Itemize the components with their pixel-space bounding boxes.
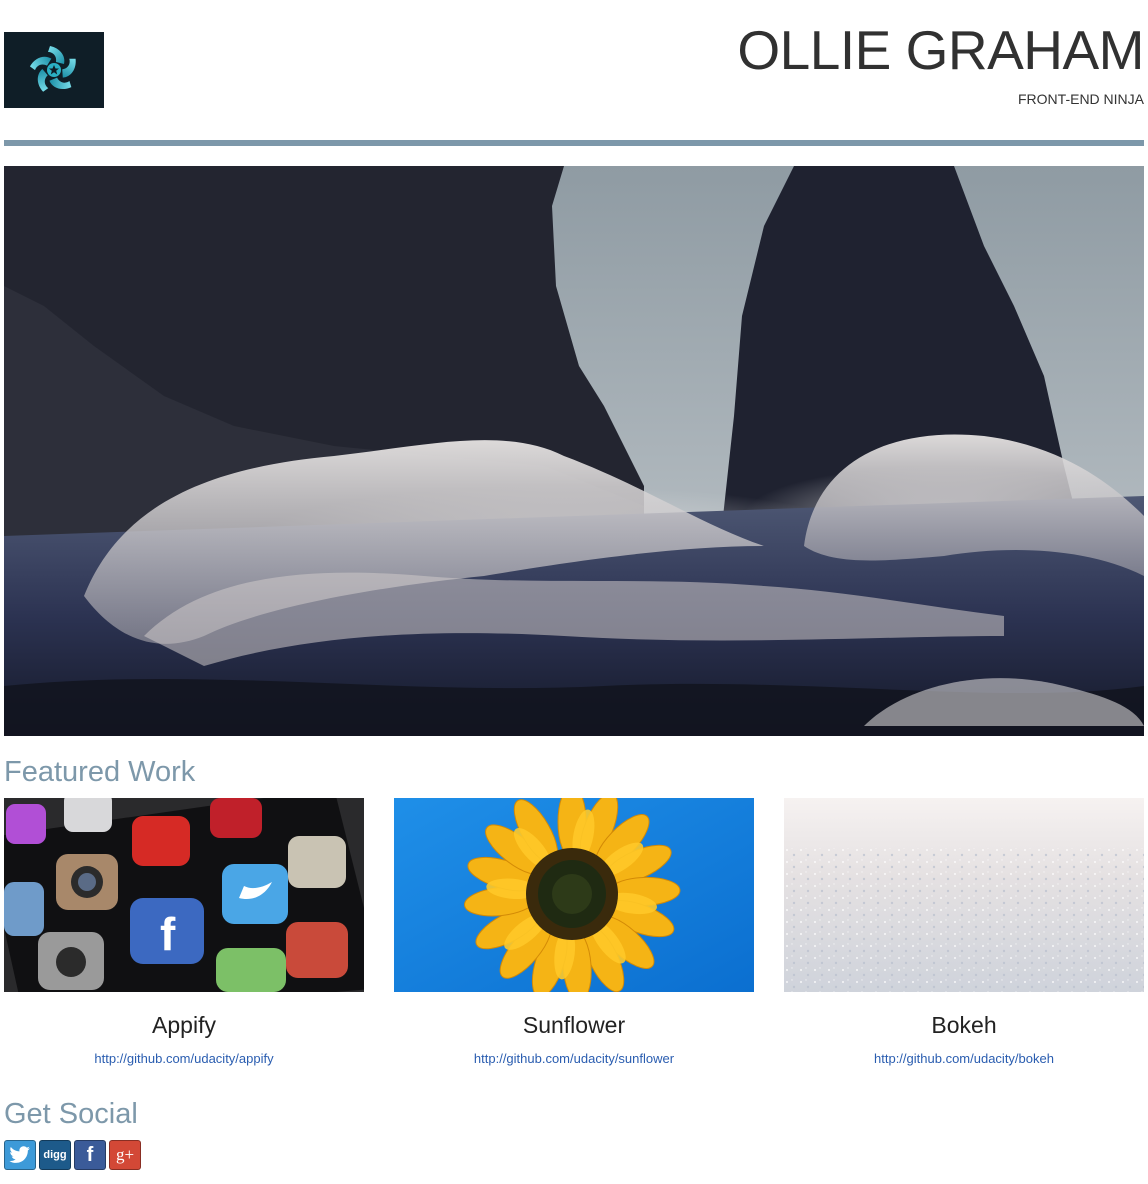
portfolio-page: OLLIE GRAHAM FRONT-END NINJA Featured Wo…	[0, 0, 1148, 1184]
project-thumbnail-sunflower[interactable]	[394, 798, 754, 992]
project-link-bokeh[interactable]: http://github.com/udacity/bokeh	[784, 1050, 1144, 1068]
site-tagline: FRONT-END NINJA	[1018, 91, 1144, 107]
google-plus-button[interactable]: g+	[109, 1140, 141, 1170]
digg-icon: digg	[43, 1149, 67, 1161]
twitter-icon	[9, 1146, 30, 1163]
featured-work-heading: Featured Work	[4, 756, 196, 788]
logo[interactable]	[4, 32, 104, 108]
facebook-button[interactable]: f	[74, 1140, 106, 1170]
hero-image	[4, 166, 1144, 736]
svg-text:f: f	[160, 908, 176, 960]
header-divider	[4, 140, 1144, 146]
project-link-appify[interactable]: http://github.com/udacity/appify	[4, 1050, 364, 1068]
site-owner-name: OLLIE GRAHAM	[737, 19, 1144, 81]
project-title-bokeh: Bokeh	[931, 1012, 997, 1038]
project-thumbnail-bokeh[interactable]	[784, 798, 1144, 992]
project-title-sunflower: Sunflower	[522, 1012, 626, 1038]
digg-button[interactable]: digg	[39, 1140, 71, 1170]
project-thumbnail-appify[interactable]: f	[4, 798, 364, 992]
project-title-appify: Appify	[152, 1012, 216, 1038]
project-link-sunflower[interactable]: http://github.com/udacity/sunflower	[394, 1050, 754, 1068]
project-card-sunflower: Sunflower http://github.com/udacity/sunf…	[394, 798, 754, 1068]
social-buttons: digg f g+	[4, 1140, 141, 1170]
get-social-heading: Get Social	[4, 1098, 138, 1130]
twitter-button[interactable]	[4, 1140, 36, 1170]
project-card-bokeh: Bokeh http://github.com/udacity/bokeh	[784, 798, 1144, 1068]
google-plus-icon: g+	[115, 1145, 135, 1164]
project-card-appify: f Appify http://github.com/udacity/appif…	[4, 798, 364, 1068]
star-knot-logo-icon	[29, 46, 76, 92]
facebook-icon: f	[86, 1143, 94, 1166]
